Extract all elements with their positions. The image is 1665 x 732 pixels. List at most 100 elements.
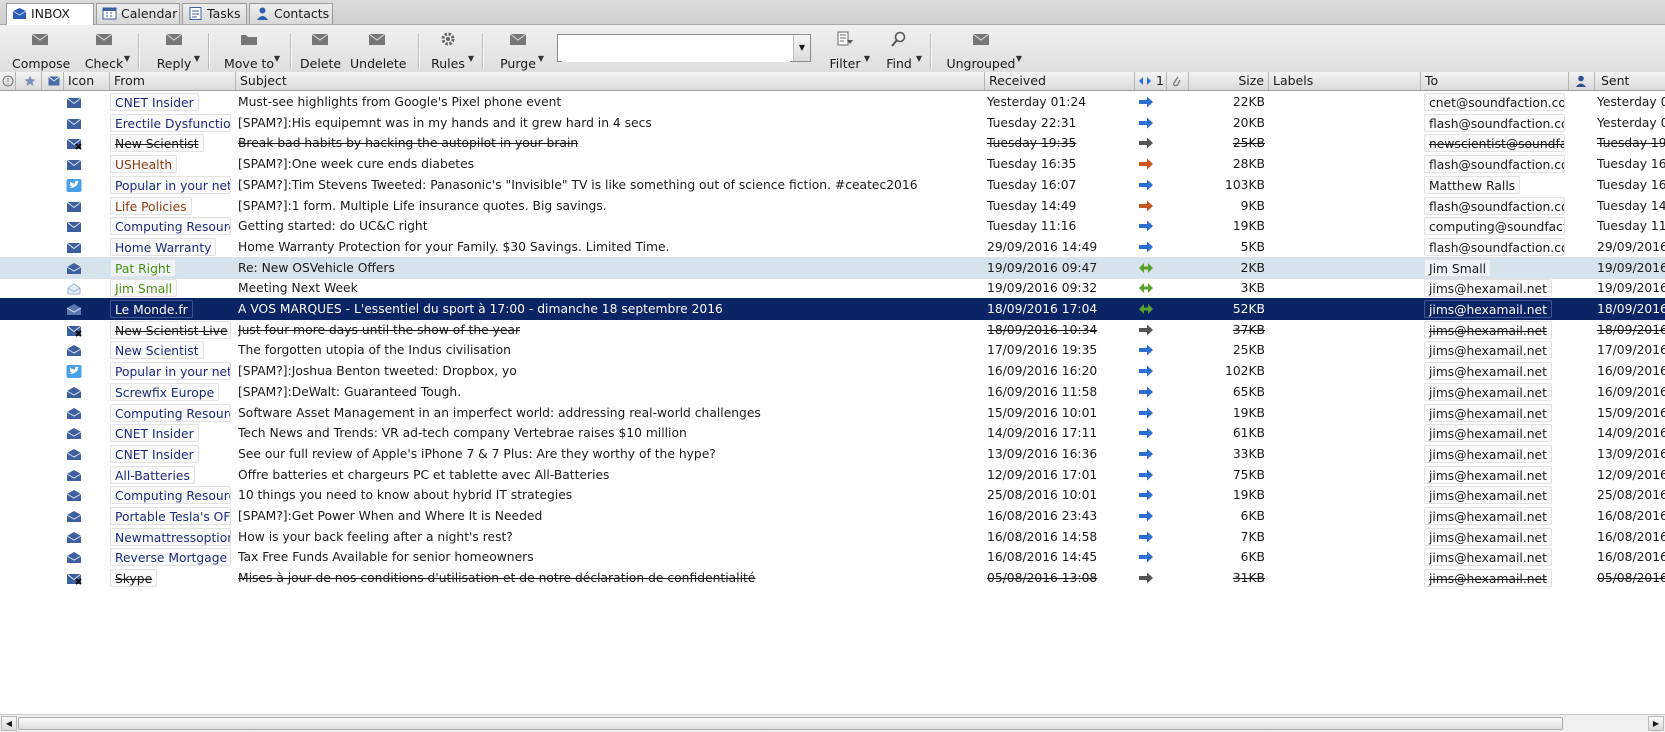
search-box[interactable]: ▼ (557, 34, 811, 62)
recipient-chip[interactable]: jims@hexamail.net (1424, 362, 1552, 381)
message-row[interactable]: Life Policies [SPAM?]:1 form. Multiple Li… (0, 195, 1665, 217)
column-thread[interactable]: 1 (1135, 72, 1167, 90)
recipient-chip[interactable]: jims@hexamail.net (1424, 569, 1552, 588)
sender-chip[interactable]: Jim Small (110, 279, 178, 298)
message-row[interactable]: CNET Insider Tech News and Trends: VR ad-… (0, 422, 1665, 444)
reply-button[interactable]: Reply ▼ (154, 31, 200, 71)
column-sent[interactable]: Sent (1595, 72, 1665, 90)
ungrouped-button[interactable]: Ungrouped ▼ (946, 31, 1022, 71)
tab-inbox[interactable]: INBOX (6, 3, 94, 25)
undelete-button[interactable]: Undelete (350, 31, 406, 71)
message-row[interactable]: Erectile Dysfunction [SPAM?]:His equipemn… (0, 112, 1665, 134)
message-row[interactable]: All-Batteries Offre batteries et chargeur… (0, 464, 1665, 486)
recipient-chip[interactable]: flash@soundfaction.com (1424, 113, 1565, 132)
recipient-chip[interactable]: cnet@soundfaction.com (1424, 93, 1565, 111)
delete-button[interactable]: Delete (300, 31, 341, 71)
sender-chip[interactable]: New Scientist (110, 134, 204, 153)
check-dropdown-icon[interactable]: ▼ (124, 54, 130, 63)
recipient-chip[interactable]: jims@hexamail.net (1424, 341, 1552, 360)
sender-chip[interactable]: New Scientist Live (110, 320, 231, 339)
message-row[interactable]: Computing Resources 10 things you need to… (0, 484, 1665, 506)
compose-button[interactable]: Compose (12, 31, 70, 71)
recipient-chip[interactable]: jims@hexamail.net (1424, 300, 1552, 318)
sender-chip[interactable]: Popular in your netwo (110, 175, 231, 194)
check-button[interactable]: Check ▼ (84, 31, 130, 71)
column-from[interactable]: From (110, 72, 236, 90)
message-row[interactable]: Reverse Mortgage Fa Tax Free Funds Availa… (0, 546, 1665, 568)
scroll-right-icon[interactable]: ▶ (1648, 716, 1664, 731)
rules-dropdown-icon[interactable]: ▼ (468, 54, 474, 63)
recipient-chip[interactable]: jims@hexamail.net (1424, 507, 1552, 525)
message-row[interactable]: Skype Mises à jour de nos conditions d'ut… (0, 567, 1665, 589)
message-row[interactable]: Screwfix Europe [SPAM?]:DeWalt: Guarantee… (0, 381, 1665, 403)
message-row[interactable]: New Scientist The forgotten utopia of the… (0, 339, 1665, 361)
horizontal-scrollbar[interactable]: ◀ ▶ (0, 714, 1665, 732)
sender-chip[interactable]: Home Warranty (110, 237, 217, 256)
sender-chip[interactable]: Computing Resources (110, 217, 231, 236)
ungrouped-dropdown-icon[interactable]: ▼ (1016, 54, 1022, 63)
recipient-chip[interactable]: newscientist@soundfact (1424, 134, 1565, 153)
move-to-button[interactable]: Move to ▼ (224, 31, 280, 71)
sender-chip[interactable]: Screwfix Europe (110, 382, 220, 401)
message-row[interactable]: Computing Resources Getting started: do U… (0, 215, 1665, 237)
recipient-chip[interactable]: computing@soundfactio (1424, 217, 1565, 236)
find-dropdown-icon[interactable]: ▼ (916, 54, 922, 63)
sender-chip[interactable]: Computing Resources (110, 403, 231, 422)
search-dropdown-icon[interactable]: ▼ (793, 35, 810, 61)
column-received[interactable]: Received (985, 72, 1135, 90)
sender-chip[interactable]: Newmattressoptions.c (110, 527, 231, 546)
recipient-chip[interactable]: jims@hexamail.net (1424, 320, 1552, 339)
scroll-left-icon[interactable]: ◀ (1, 716, 17, 731)
sender-chip[interactable]: Popular in your netwo (110, 362, 231, 381)
message-row[interactable]: Jim Small Meeting Next Week 19/09/2016 09:… (0, 277, 1665, 299)
sender-chip[interactable]: Le Monde.fr (110, 300, 193, 318)
search-input[interactable] (562, 36, 790, 62)
recipient-chip[interactable]: jims@hexamail.net (1424, 486, 1552, 505)
scrollbar-thumb[interactable] (18, 717, 1563, 730)
column-attachment[interactable] (1167, 72, 1189, 90)
sender-chip[interactable]: Life Policies (110, 196, 192, 215)
column-priority[interactable] (0, 72, 16, 90)
message-row[interactable]: Pat Right Re: New OSVehicle Offers 19/09/2… (0, 256, 1665, 279)
filter-dropdown-icon[interactable]: ▼ (864, 54, 870, 63)
sender-chip[interactable]: Pat Right (110, 258, 176, 277)
tab-calendar[interactable]: Calendar (96, 3, 180, 24)
recipient-chip[interactable]: jims@hexamail.net (1424, 465, 1552, 484)
message-row[interactable]: Computing Resources Software Asset Manage… (0, 402, 1665, 424)
rules-button[interactable]: Rules ▼ (428, 31, 474, 71)
sender-chip[interactable]: New Scientist (110, 341, 204, 360)
message-row[interactable]: Popular in your netwo [SPAM?]:Tim Stevens… (0, 174, 1665, 196)
recipient-chip[interactable]: jims@hexamail.net (1424, 548, 1552, 567)
recipient-chip[interactable]: flash@soundfaction.com (1424, 155, 1565, 174)
sender-chip[interactable]: CNET Insider (110, 444, 199, 463)
message-row[interactable]: USHealth [SPAM?]:One week cure ends diabe… (0, 153, 1665, 175)
message-row[interactable]: Newmattressoptions.c How is your back fee… (0, 526, 1665, 548)
column-to[interactable]: To (1421, 72, 1569, 90)
sender-chip[interactable]: CNET Insider (110, 93, 199, 111)
message-row[interactable]: CNET Insider Must-see highlights from Goo… (0, 91, 1665, 113)
find-button[interactable]: Find ▼ (882, 31, 922, 71)
recipient-chip[interactable]: flash@soundfaction.com (1424, 237, 1565, 256)
sender-chip[interactable]: Portable Tesla's OFF- (110, 507, 231, 525)
recipient-chip[interactable]: jims@hexamail.net (1424, 382, 1552, 401)
column-subject[interactable]: Subject (236, 72, 985, 90)
recipient-chip[interactable]: jims@hexamail.net (1424, 444, 1552, 463)
column-flag[interactable] (16, 72, 42, 90)
tab-tasks[interactable]: Tasks (182, 3, 247, 24)
sender-chip[interactable]: All-Batteries (110, 465, 195, 484)
recipient-chip[interactable]: Jim Small (1424, 258, 1492, 277)
recipient-chip[interactable]: jims@hexamail.net (1424, 279, 1552, 298)
move-to-dropdown-icon[interactable]: ▼ (274, 54, 280, 63)
recipient-chip[interactable]: Matthew Ralls (1424, 175, 1521, 194)
message-row[interactable]: New Scientist Break bad habits by hacking… (0, 132, 1665, 154)
sender-chip[interactable]: Computing Resources (110, 486, 231, 505)
message-row[interactable]: Popular in your netwo [SPAM?]:Joshua Bent… (0, 360, 1665, 382)
sender-chip[interactable]: USHealth (110, 155, 178, 174)
purge-button[interactable]: Purge ▼ (498, 31, 544, 71)
sender-chip[interactable]: CNET Insider (110, 424, 199, 443)
recipient-chip[interactable]: jims@hexamail.net (1424, 424, 1552, 443)
recipient-chip[interactable]: jims@hexamail.net (1424, 527, 1552, 546)
message-row[interactable]: Home Warranty Home Warranty Protection fo… (0, 236, 1665, 258)
column-labels[interactable]: Labels (1269, 72, 1421, 90)
message-row[interactable]: Portable Tesla's OFF- [SPAM?]:Get Power W… (0, 505, 1665, 527)
